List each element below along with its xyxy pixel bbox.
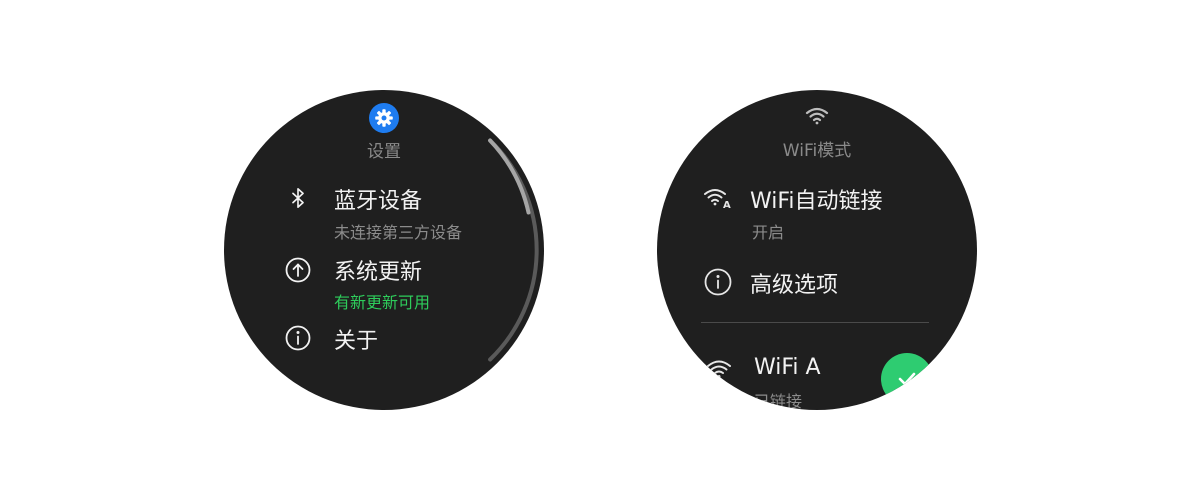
arrow-up-circle-icon xyxy=(285,257,311,283)
menu-item-label: 系统更新 xyxy=(334,260,423,285)
wifi-icon xyxy=(805,106,829,130)
section-divider xyxy=(701,322,929,323)
wifi-mode-watch-screen: WiFi模式 A WiFi自动链接 开启 高级选项 WiFi A 已链接 xyxy=(657,90,977,410)
page-title: 设置 xyxy=(367,142,401,162)
menu-item-label: 蓝牙设备 xyxy=(334,189,423,214)
check-icon xyxy=(898,372,916,386)
menu-item-label: 关于 xyxy=(334,329,379,354)
menu-item-subtitle: 开启 xyxy=(752,223,785,242)
menu-item-label: 高级选项 xyxy=(750,273,839,298)
wifi-icon xyxy=(705,358,733,380)
bluetooth-icon xyxy=(286,186,310,210)
network-status: 已链接 xyxy=(754,392,803,410)
gear-icon xyxy=(369,103,399,133)
settings-watch-screen: 设置 蓝牙设备 未连接第三方设备 系统更新 有新更新可用 关于 xyxy=(224,90,544,410)
info-circle-icon xyxy=(285,325,311,351)
update-available-status: 有新更新可用 xyxy=(334,293,431,312)
menu-item-subtitle: 未连接第三方设备 xyxy=(334,223,463,242)
network-name: WiFi A xyxy=(754,355,821,380)
connect-check-button[interactable] xyxy=(881,353,933,405)
svg-text:A: A xyxy=(723,200,731,210)
wifi-auto-icon: A xyxy=(703,186,733,210)
info-circle-icon xyxy=(704,268,732,296)
page-title: WiFi模式 xyxy=(782,141,852,161)
menu-item-label: WiFi自动链接 xyxy=(750,189,883,214)
